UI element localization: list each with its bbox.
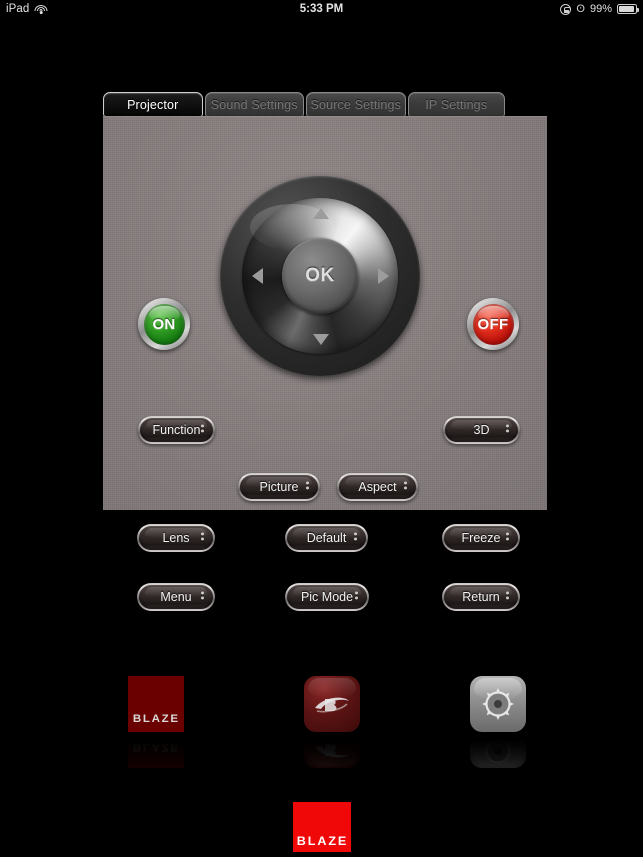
- default-button[interactable]: Default: [285, 524, 368, 552]
- gear-icon: [482, 688, 514, 720]
- power-on-label: ON: [152, 315, 176, 333]
- menu-button[interactable]: Menu: [137, 583, 215, 611]
- dock-blaze-app-label: BLAZE: [296, 834, 348, 848]
- blaze-app-icon[interactable]: BLAZE BLAZE: [128, 676, 184, 768]
- function-button[interactable]: Function: [138, 416, 215, 444]
- tab-bar: Projector Sound Settings Source Settings…: [103, 92, 507, 117]
- three-d-button[interactable]: 3D: [443, 416, 520, 444]
- status-bar-right: ʘ 99%: [560, 2, 640, 15]
- tab-sound-settings[interactable]: Sound Settings: [204, 92, 304, 117]
- tab-projector[interactable]: Projector: [103, 92, 203, 117]
- status-bar-time: 5:33 PM: [299, 3, 344, 15]
- arrow-left-icon[interactable]: [252, 268, 263, 284]
- blaze-app-icon-reflection: BLAZE: [128, 734, 184, 768]
- bluray-app-icon-reflection: [304, 734, 360, 768]
- more-dots-icon: [201, 424, 205, 436]
- more-dots-icon: [355, 591, 359, 603]
- freeze-button[interactable]: Freeze: [442, 524, 520, 552]
- pic-mode-button-label: Pic Mode: [300, 590, 354, 604]
- arrow-down-icon[interactable]: [313, 334, 329, 345]
- default-button-label: Default: [306, 531, 347, 545]
- more-dots-icon: [354, 532, 358, 544]
- battery-icon: [617, 4, 640, 14]
- lens-button[interactable]: Lens: [137, 524, 215, 552]
- more-dots-icon: [506, 532, 510, 544]
- home-screen-icon-row: BLAZE BLAZE: [0, 668, 643, 768]
- return-button[interactable]: Return: [442, 583, 520, 611]
- settings-app-icon[interactable]: [470, 676, 526, 768]
- menu-button-label: Menu: [160, 590, 192, 604]
- dock-blaze-app-icon[interactable]: BLAZE: [293, 802, 351, 852]
- pic-mode-button[interactable]: Pic Mode: [285, 583, 369, 611]
- projector-remote-panel: ON OFF OK Function 3D Picture Aspect Len…: [103, 116, 547, 611]
- arrow-up-icon[interactable]: [313, 208, 329, 219]
- bluray-logo-icon: [313, 693, 351, 715]
- aspect-button-label: Aspect: [358, 480, 397, 494]
- power-off-button[interactable]: OFF: [467, 298, 519, 350]
- settings-app-icon-reflection: [470, 734, 526, 768]
- picture-button[interactable]: Picture: [238, 473, 320, 501]
- more-dots-icon: [404, 481, 408, 493]
- tab-sound-settings-label: Sound Settings: [210, 97, 298, 112]
- bluetooth-icon: ʘ: [576, 2, 585, 15]
- status-bar: iPad 5:33 PM ʘ 99%: [0, 0, 643, 18]
- tab-projector-label: Projector: [127, 97, 179, 112]
- rotation-lock-icon: [560, 3, 572, 15]
- return-button-label: Return: [462, 590, 500, 604]
- lens-button-label: Lens: [162, 531, 190, 545]
- ok-button-label: OK: [305, 265, 335, 286]
- bluray-app-icon[interactable]: [304, 676, 360, 768]
- more-dots-icon: [201, 532, 205, 544]
- aspect-button[interactable]: Aspect: [337, 473, 418, 501]
- ok-button[interactable]: OK: [282, 238, 358, 314]
- directional-pad: OK: [220, 176, 420, 376]
- more-dots-icon: [506, 591, 510, 603]
- function-button-label: Function: [152, 423, 201, 437]
- power-off-label: OFF: [477, 315, 509, 333]
- blaze-app-icon-label: BLAZE: [132, 713, 180, 725]
- battery-percent: 99%: [589, 3, 612, 15]
- picture-button-label: Picture: [259, 480, 299, 494]
- dock: BLAZE: [0, 797, 643, 857]
- tab-ip-settings[interactable]: IP Settings: [407, 92, 505, 117]
- more-dots-icon: [306, 481, 310, 493]
- power-on-button[interactable]: ON: [138, 298, 190, 350]
- freeze-button-label: Freeze: [461, 531, 501, 545]
- more-dots-icon: [201, 591, 205, 603]
- tab-source-settings[interactable]: Source Settings: [306, 92, 406, 117]
- tab-ip-settings-label: IP Settings: [425, 97, 488, 112]
- more-dots-icon: [506, 424, 510, 436]
- tab-source-settings-label: Source Settings: [310, 97, 401, 112]
- arrow-right-icon[interactable]: [378, 268, 389, 284]
- three-d-button-label: 3D: [473, 423, 490, 437]
